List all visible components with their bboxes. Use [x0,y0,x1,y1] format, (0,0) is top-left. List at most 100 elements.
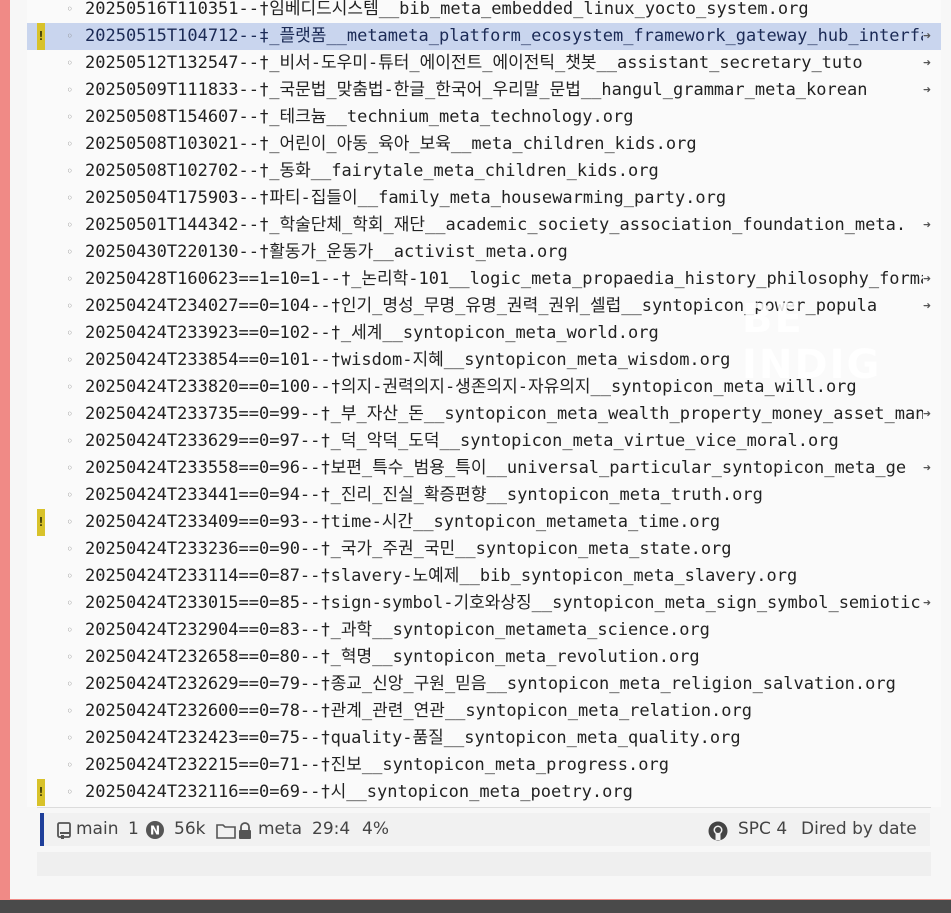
file-entry[interactable]: ◦ 20250509T111833--†_국문법_맞춤법-한글_한국어_우리말_문… [27,77,941,104]
bullet-icon: ◦ [66,596,74,610]
file-entry[interactable]: ◦ 20250424T233735==0=99--†_부_자산_돈__syntop… [27,401,941,428]
file-name[interactable]: 20250428T160623==1=10=1--†_논리학-101__logi… [85,266,923,293]
bullet-icon: ◦ [66,56,74,70]
file-name[interactable]: 20250501T144342--†_학술단체_학회_재단__academic_… [85,212,923,239]
file-entry[interactable]: ◦ 20250424T233236==0=90--†_국가_주권_국민__synt… [27,536,941,563]
dired-buffer[interactable]: ◦ 20250424T232116==0=69--†시__syntopicon_m… [27,0,941,807]
file-entry[interactable]: ◦ 20250424T232215==0=71--†진보__syntopicon_… [27,752,941,779]
file-entry[interactable]: ◦ 20250424T233114==0=87--†slavery-노예제__bi… [27,563,941,590]
git-branch[interactable]: main [76,813,118,846]
bullet-icon: ◦ [66,650,74,664]
bullet-icon: ◦ [66,461,74,475]
bullet-icon: ◦ [66,569,74,583]
bullet-icon: ◦ [66,218,74,232]
bullet-icon: ◦ [66,164,74,178]
file-entry[interactable]: ◦ 20250504T175903--†파티-집들이__family_meta_h… [27,185,941,212]
file-name[interactable]: 20250424T233558==0=96--†보편_특수_범용_특이__uni… [85,455,923,482]
file-entry[interactable]: ◦ 20250508T102702--†_동화__fairytale_meta_c… [27,158,941,185]
file-name[interactable]: 20250508T102702--†_동화__fairytale_meta_ch… [85,158,941,185]
background-watermark: BE INDIG [742,296,882,388]
bullet-icon: ◦ [66,29,74,43]
editor-indicator: SPC 4 [738,819,788,839]
bullet-icon: ◦ [66,434,74,448]
truncation-arrow-icon: ➜ [923,596,931,611]
echo-area [37,852,931,876]
file-name[interactable]: 20250424T233114==0=87--†slavery-노예제__bib… [85,563,941,590]
file-entry[interactable]: ◦ 20250501T144342--†_학술단체_학회_재단__academic… [27,212,941,239]
file-entry[interactable]: ◦ 20250515T104712--‡_플랫폼__metameta_platfo… [27,23,941,50]
file-name[interactable]: 20250424T232423==0=75--†quality-품질__synt… [85,725,941,752]
file-entry[interactable]: ◦ 20250424T232629==0=79--†종교_신앙_구원_믿음__sy… [27,671,941,698]
truncation-arrow-icon: ➜ [923,272,931,287]
bullet-icon: ◦ [66,299,74,313]
file-entry[interactable]: ◦ 20250424T232116==0=69--†시__syntopicon_m… [27,779,941,806]
file-name[interactable]: 20250424T232904==0=83--†_과학__syntopicon_… [85,617,941,644]
file-name[interactable]: 20250424T232658==0=80--†_혁명__syntopicon_… [85,644,941,671]
github-icon [708,821,728,841]
file-entry[interactable]: ◦ 20250508T154607--†_테크늄__technium_meta_t… [27,104,941,131]
bullet-icon: ◦ [66,2,74,16]
truncation-arrow-icon: ➜ [923,56,931,71]
file-name[interactable]: 20250424T233629==0=97--†_덕_악덕_도덕__syntop… [85,428,941,455]
bullet-icon: ◦ [66,758,74,772]
file-entry[interactable]: ◦ 20250424T233409==0=93--†time-시간__syntop… [27,509,941,536]
file-name[interactable]: 20250424T233441==0=94--†_진리_진실_확증편향__syn… [85,482,941,509]
bullet-icon: ◦ [66,272,74,286]
branch-icon [56,822,72,839]
file-name[interactable]: 20250512T132547--†_비서-도우미-튜터_에이전트_에이전틱_챗… [85,50,923,77]
file-entry[interactable]: ◦ 20250424T233441==0=94--†_진리_진실_확증편향__sy… [27,482,941,509]
bullet-icon: ◦ [66,83,74,97]
bullet-icon: ◦ [66,110,74,124]
file-name[interactable]: 20250508T103021--†_어린이_아동_육아_보육__meta_ch… [85,131,941,158]
file-entry[interactable]: ◦ 20250424T233015==0=85--†sign-symbol-기호와… [27,590,941,617]
bullet-icon: ◦ [66,245,74,259]
warning-marker-icon: ! [37,509,45,536]
file-entry[interactable]: ◦ 20250424T232600==0=78--†관계_관련_연관__synto… [27,698,941,725]
file-entry[interactable]: ◦ 20250430T220130--†활동가_운동가__activist_met… [27,239,941,266]
bullet-icon: ◦ [66,623,74,637]
file-name[interactable]: 20250424T232629==0=79--†종교_신앙_구원_믿음__syn… [85,671,941,698]
file-name[interactable]: 20250504T175903--†파티-집들이__family_meta_ho… [85,185,941,212]
file-name[interactable]: 20250424T233236==0=90--†_국가_주권_국민__synto… [85,536,941,563]
bullet-icon: ◦ [66,191,74,205]
file-name[interactable]: 20250424T232600==0=78--†관계_관련_연관__syntop… [85,698,941,725]
warning-marker-icon: ! [37,23,45,50]
truncation-arrow-icon: ➜ [923,461,931,476]
buffer-percent: 4% [362,819,389,839]
file-entry[interactable]: ◦ 20250512T132547--†_비서-도우미-튜터_에이전트_에이전틱_… [27,50,941,77]
file-entry[interactable]: ◦ 20250508T103021--†_어린이_아동_육아_보육__meta_c… [27,131,941,158]
directory-name: meta [258,819,303,839]
lock-icon [238,822,252,839]
file-entry[interactable]: ◦ 20250424T232423==0=75--†quality-품질__syn… [27,725,941,752]
bullet-icon: ◦ [66,677,74,691]
file-entry[interactable]: ◦ 20250516T110351--†임베디드시스템__bib_meta_emb… [27,0,941,23]
bullet-icon: ◦ [66,785,74,799]
file-entry[interactable]: ◦ 20250424T232658==0=80--†_혁명__syntopicon… [27,644,941,671]
mode-line: main 1 N 56k meta 29:4 4% SPC 4 Dired by… [40,813,930,846]
file-name[interactable]: 20250424T233015==0=85--†sign-symbol-기호와상… [85,590,923,617]
file-entry[interactable]: ◦ 20250424T233558==0=96--†보편_특수_범용_특이__un… [27,455,941,482]
file-entry[interactable]: ◦ 20250424T233629==0=97--†_덕_악덕_도덕__synto… [27,428,941,455]
file-name[interactable]: 20250424T233735==0=99--†_부_자산_돈__syntopi… [85,401,923,428]
svg-text:N: N [150,824,160,838]
bullet-icon: ◦ [66,326,74,340]
file-entry[interactable]: ◦ 20250424T232904==0=83--†_과학__syntopicon… [27,617,941,644]
file-name[interactable]: 20250508T154607--†_테크늄__technium_meta_te… [85,104,941,131]
file-name[interactable]: 20250515T104712--‡_플랫폼__metameta_platfor… [85,23,923,50]
file-entry[interactable]: ◦ 20250428T160623==1=10=1--†_논리학-101__log… [27,266,941,293]
bullet-icon: ◦ [66,137,74,151]
file-name[interactable]: 20250424T233409==0=93--†time-시간__syntopi… [85,509,941,536]
truncation-arrow-icon: ➜ [923,29,931,44]
bullet-icon: ◦ [66,515,74,529]
file-name[interactable]: 20250516T110351--†임베디드시스템__bib_meta_embe… [85,0,941,23]
major-mode[interactable]: Dired by date [801,813,917,846]
file-name[interactable]: 20250430T220130--†활동가_운동가__activist_meta… [85,239,941,266]
file-name[interactable]: 20250509T111833--†_국문법_맞춤법-한글_한국어_우리말_문법… [85,77,923,104]
truncation-arrow-icon: ➜ [923,218,931,233]
file-name[interactable]: 20250424T232116==0=69--†시__syntopicon_me… [85,779,941,806]
bullet-icon: ◦ [66,704,74,718]
file-name[interactable]: 20250424T232215==0=71--†진보__syntopicon_m… [85,752,941,779]
buffer-size: 56k [174,819,206,839]
bullet-icon: ◦ [66,353,74,367]
window-frame: ◦ 20250424T232116==0=69--†시__syntopicon_m… [0,0,951,900]
